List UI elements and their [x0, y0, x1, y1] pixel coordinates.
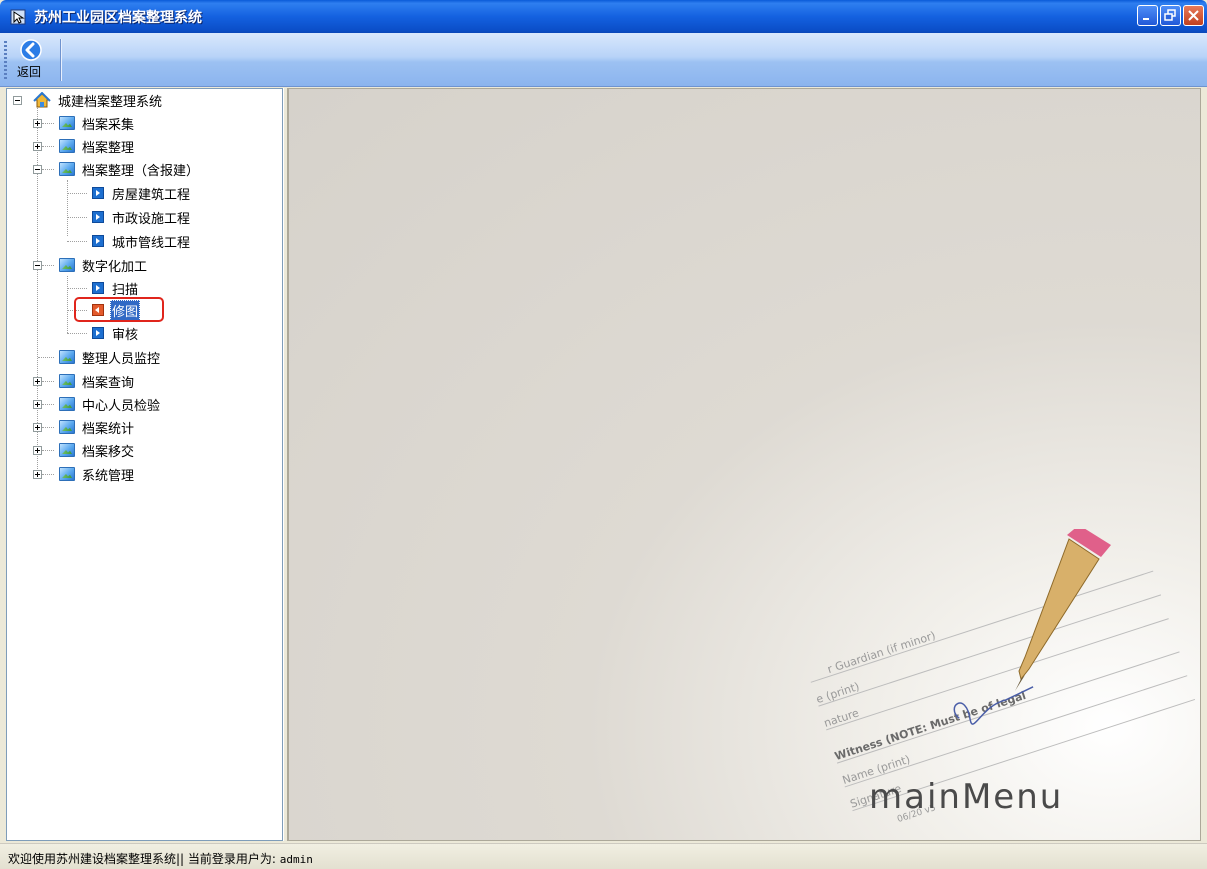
- folder-icon: [59, 139, 75, 153]
- status-bar: 欢迎使用苏州建设档案整理系统|| 当前登录用户为: admin: [0, 843, 1207, 869]
- restore-button[interactable]: [1160, 5, 1181, 26]
- navigation-tree: 城建档案整理系统 档案采集 档案整理 档案整理（含报建） 房屋建筑工程 市政设施…: [7, 89, 282, 840]
- tree-item-label: 房屋建筑工程: [112, 187, 191, 203]
- tree-item-scan[interactable]: 扫描: [67, 277, 140, 299]
- folder-icon: [59, 162, 75, 176]
- page-icon: [92, 187, 104, 199]
- tree-item-label: 档案查询: [82, 375, 135, 391]
- tree-item-query[interactable]: 档案查询: [29, 370, 136, 392]
- expand-icon[interactable]: [33, 377, 42, 386]
- tree-item-pipeline-works[interactable]: 城市管线工程: [67, 230, 192, 252]
- page-active-icon: [92, 304, 104, 316]
- tree-item-collection[interactable]: 档案采集: [29, 112, 136, 134]
- close-icon: [1188, 10, 1199, 21]
- tree-item-municipal-works[interactable]: 市政设施工程: [67, 206, 192, 228]
- toolbar-grip[interactable]: [4, 41, 7, 79]
- back-button[interactable]: 返回: [9, 38, 51, 82]
- expand-icon[interactable]: [33, 400, 42, 409]
- document-line: nature: [822, 706, 861, 730]
- expand-icon[interactable]: [33, 470, 42, 479]
- tree-item-label: 城市管线工程: [112, 235, 191, 251]
- restore-icon: [1164, 9, 1176, 21]
- status-username: admin: [279, 853, 313, 866]
- pen-icon: [1015, 529, 1111, 691]
- tree-item-label: 档案统计: [82, 421, 135, 437]
- tree-item-label: 系统管理: [82, 468, 135, 484]
- close-button[interactable]: [1183, 5, 1204, 26]
- tree-item-arrangement[interactable]: 档案整理: [29, 135, 136, 157]
- tree-item-arrangement-with-filing[interactable]: 档案整理（含报建）: [29, 158, 201, 180]
- folder-icon: [59, 350, 75, 364]
- main-menu-watermark: mainMenu: [869, 777, 1064, 817]
- back-label: 返回: [16, 65, 41, 79]
- tree-item-label: 中心人员检验: [82, 398, 161, 414]
- document-line: e (print): [815, 680, 862, 706]
- toolbar-separator: [60, 39, 61, 81]
- expand-icon[interactable]: [33, 446, 42, 455]
- collapse-icon[interactable]: [33, 165, 42, 174]
- folder-icon: [59, 258, 75, 272]
- main-content-area: r Guardian (if minor) e (print) nature W…: [288, 88, 1201, 841]
- tree-item-staff-monitor[interactable]: 整理人员监控: [29, 346, 162, 368]
- collapse-icon[interactable]: [13, 96, 22, 105]
- tree-item-label: 档案移交: [82, 444, 135, 460]
- status-message: 欢迎使用苏州建设档案整理系统|| 当前登录用户为: admin: [8, 850, 313, 867]
- tree-item-label: 整理人员监控: [82, 351, 161, 367]
- toolbar: 返回: [0, 33, 1207, 87]
- page-icon: [92, 282, 104, 294]
- document-line: Witness (NOTE: Must be of legal: [833, 689, 1027, 763]
- tree-item-label: 扫描: [112, 282, 139, 298]
- tree-item-system-admin[interactable]: 系统管理: [29, 463, 136, 485]
- navigation-tree-panel[interactable]: 城建档案整理系统 档案采集 档案整理 档案整理（含报建） 房屋建筑工程 市政设施…: [6, 88, 283, 841]
- expand-icon[interactable]: [33, 119, 42, 128]
- tree-item-label: 市政设施工程: [112, 211, 191, 227]
- folder-icon: [59, 443, 75, 457]
- tree-root[interactable]: 城建档案整理系统: [13, 89, 164, 111]
- back-arrow-icon: [20, 39, 42, 61]
- page-icon: [92, 235, 104, 247]
- expand-icon[interactable]: [33, 142, 42, 151]
- page-icon: [92, 327, 104, 339]
- status-welcome-text: 欢迎使用苏州建设档案整理系统|| 当前登录用户为:: [8, 852, 280, 866]
- home-icon: [33, 91, 51, 107]
- document-line: r Guardian (if minor): [826, 629, 937, 676]
- page-icon: [92, 211, 104, 223]
- folder-icon: [59, 467, 75, 481]
- folder-icon: [59, 374, 75, 388]
- tree-item-center-inspection[interactable]: 中心人员检验: [29, 393, 162, 415]
- tree-item-statistics[interactable]: 档案统计: [29, 416, 136, 438]
- folder-icon: [59, 397, 75, 411]
- tree-item-label: 档案整理: [82, 140, 135, 156]
- tree-item-label: 数字化加工: [82, 259, 148, 275]
- title-bar: 苏州工业园区档案整理系统: [0, 0, 1207, 33]
- expand-icon[interactable]: [33, 423, 42, 432]
- minimize-button[interactable]: [1137, 5, 1158, 26]
- tree-item-digitization[interactable]: 数字化加工: [29, 254, 149, 276]
- tree-root-label: 城建档案整理系统: [58, 94, 163, 110]
- collapse-icon[interactable]: [33, 261, 42, 270]
- tree-item-retouch[interactable]: 修图: [67, 299, 141, 321]
- tree-item-label: 审核: [112, 327, 139, 343]
- tree-item-label: 档案采集: [82, 117, 135, 133]
- app-icon: [10, 9, 26, 25]
- tree-item-label: 档案整理（含报建）: [82, 163, 200, 179]
- folder-icon: [59, 116, 75, 130]
- folder-icon: [59, 420, 75, 434]
- tree-item-label-selected: 修图: [110, 299, 141, 321]
- minimize-icon: [1143, 18, 1149, 20]
- tree-item-review[interactable]: 审核: [67, 322, 140, 344]
- window-title: 苏州工业园区档案整理系统: [34, 10, 202, 26]
- tree-item-building-works[interactable]: 房屋建筑工程: [67, 182, 192, 204]
- tree-item-transfer[interactable]: 档案移交: [29, 439, 136, 461]
